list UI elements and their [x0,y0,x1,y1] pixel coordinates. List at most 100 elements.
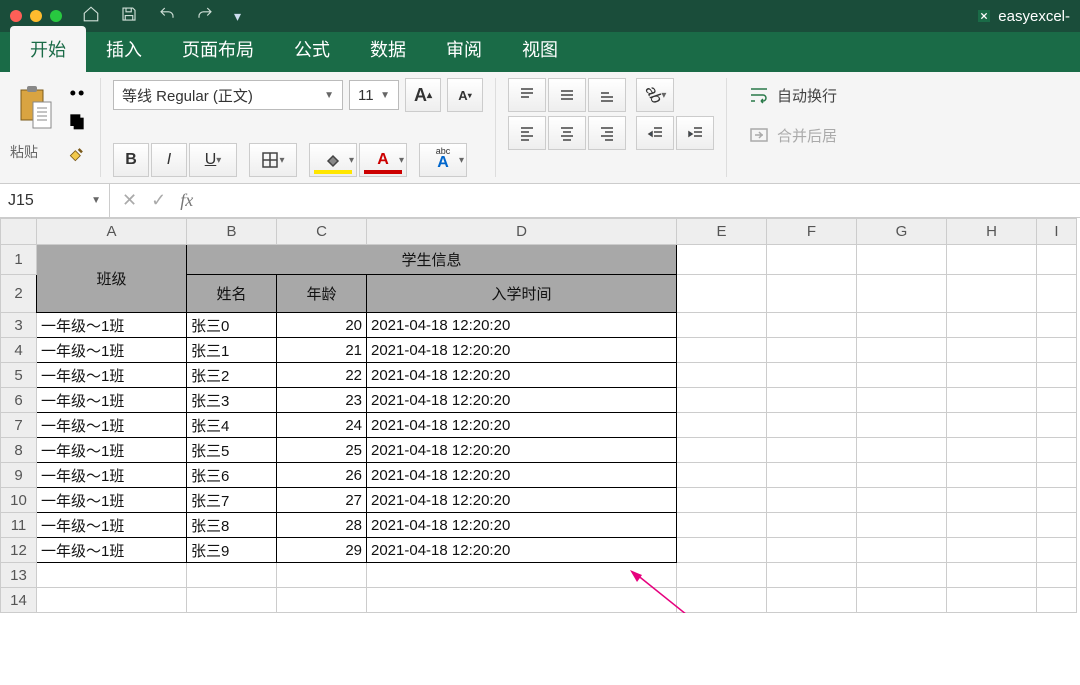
cell[interactable] [947,413,1037,438]
cell[interactable] [677,413,767,438]
cell-time[interactable]: 2021-04-18 12:20:20 [367,338,677,363]
cell-time[interactable]: 2021-04-18 12:20:20 [367,413,677,438]
cell-name[interactable]: 张三4 [187,413,277,438]
cell[interactable] [1037,313,1077,338]
name-box[interactable]: J15▼ [0,184,110,217]
cell[interactable] [1037,363,1077,388]
cell[interactable] [767,388,857,413]
cell-class[interactable]: 一年级～1班 [37,388,187,413]
fill-color-button[interactable]: ▾ [309,143,357,177]
cell[interactable] [857,488,947,513]
confirm-formula-icon[interactable]: ✓ [151,190,166,211]
qat-dropdown-icon[interactable]: ▾ [234,8,241,25]
header-age[interactable]: 年龄 [277,275,367,313]
cell-age[interactable]: 25 [277,438,367,463]
cell-class[interactable]: 一年级～1班 [37,413,187,438]
cell[interactable] [367,563,677,588]
bold-button[interactable]: B [113,143,149,177]
cell[interactable] [277,563,367,588]
cell-age[interactable]: 24 [277,413,367,438]
cell[interactable] [767,363,857,388]
cell[interactable] [947,463,1037,488]
align-center-button[interactable] [548,116,586,150]
cell[interactable] [767,538,857,563]
cell-class[interactable]: 一年级～1班 [37,438,187,463]
col-header[interactable]: F [767,219,857,245]
cell[interactable] [947,438,1037,463]
phonetic-button[interactable]: abcA▾ [419,143,467,177]
cell[interactable] [767,563,857,588]
copy-icon[interactable] [66,111,88,136]
cell[interactable] [947,313,1037,338]
cell-class[interactable]: 一年级～1班 [37,338,187,363]
cell[interactable] [677,245,767,275]
font-size-select[interactable]: 11▼ [349,80,399,110]
row-header[interactable]: 10 [1,488,37,513]
cell[interactable] [767,463,857,488]
cell-time[interactable]: 2021-04-18 12:20:20 [367,363,677,388]
row-header[interactable]: 3 [1,313,37,338]
cell[interactable] [1037,463,1077,488]
wrap-text-button[interactable]: 自动换行 [739,78,847,112]
cell-name[interactable]: 张三6 [187,463,277,488]
home-icon[interactable] [82,5,100,28]
cell[interactable] [767,313,857,338]
row-header[interactable]: 13 [1,563,37,588]
cell-age[interactable]: 27 [277,488,367,513]
cell-age[interactable]: 26 [277,463,367,488]
row-header[interactable]: 6 [1,388,37,413]
header-student-info[interactable]: 学生信息 [187,245,677,275]
cut-icon[interactable] [66,78,88,103]
cell[interactable] [677,338,767,363]
tab-4[interactable]: 数据 [350,26,426,72]
cell[interactable] [187,563,277,588]
cell[interactable] [947,538,1037,563]
fx-icon[interactable]: fx [180,190,193,211]
cell[interactable] [857,363,947,388]
cell[interactable] [37,588,187,613]
col-header[interactable]: H [947,219,1037,245]
tab-5[interactable]: 审阅 [426,26,502,72]
font-name-select[interactable]: 等线 Regular (正文)▼ [113,80,343,110]
col-header[interactable]: D [367,219,677,245]
save-icon[interactable] [120,5,138,28]
cell-name[interactable]: 张三3 [187,388,277,413]
cell[interactable] [1037,245,1077,275]
cell[interactable] [767,413,857,438]
cell-time[interactable]: 2021-04-18 12:20:20 [367,438,677,463]
header-class[interactable]: 班级 [37,245,187,313]
cell-name[interactable]: 张三1 [187,338,277,363]
cell-time[interactable]: 2021-04-18 12:20:20 [367,538,677,563]
paste-button[interactable] [10,78,60,138]
cell[interactable] [767,338,857,363]
cell[interactable] [767,275,857,313]
cell[interactable] [677,488,767,513]
cell-name[interactable]: 张三8 [187,513,277,538]
cell[interactable] [947,388,1037,413]
close-window-button[interactable] [10,10,22,22]
row-header[interactable]: 7 [1,413,37,438]
minimize-window-button[interactable] [30,10,42,22]
align-right-button[interactable] [588,116,626,150]
cell[interactable] [947,338,1037,363]
col-header[interactable]: G [857,219,947,245]
increase-font-button[interactable]: A▴ [405,78,441,112]
cell[interactable] [857,388,947,413]
cell-class[interactable]: 一年级～1班 [37,463,187,488]
cell[interactable] [857,275,947,313]
redo-icon[interactable] [196,5,214,28]
cell-time[interactable]: 2021-04-18 12:20:20 [367,513,677,538]
underline-button[interactable]: U ▾ [189,143,237,177]
row-header[interactable]: 1 [1,245,37,275]
cell-age[interactable]: 21 [277,338,367,363]
cell-class[interactable]: 一年级～1班 [37,363,187,388]
cell[interactable] [1037,338,1077,363]
row-header[interactable]: 5 [1,363,37,388]
col-header[interactable]: I [1037,219,1077,245]
col-header[interactable]: A [37,219,187,245]
cell[interactable] [857,438,947,463]
cell-time[interactable]: 2021-04-18 12:20:20 [367,488,677,513]
cell[interactable] [947,588,1037,613]
cell[interactable] [767,438,857,463]
cell[interactable] [1037,538,1077,563]
